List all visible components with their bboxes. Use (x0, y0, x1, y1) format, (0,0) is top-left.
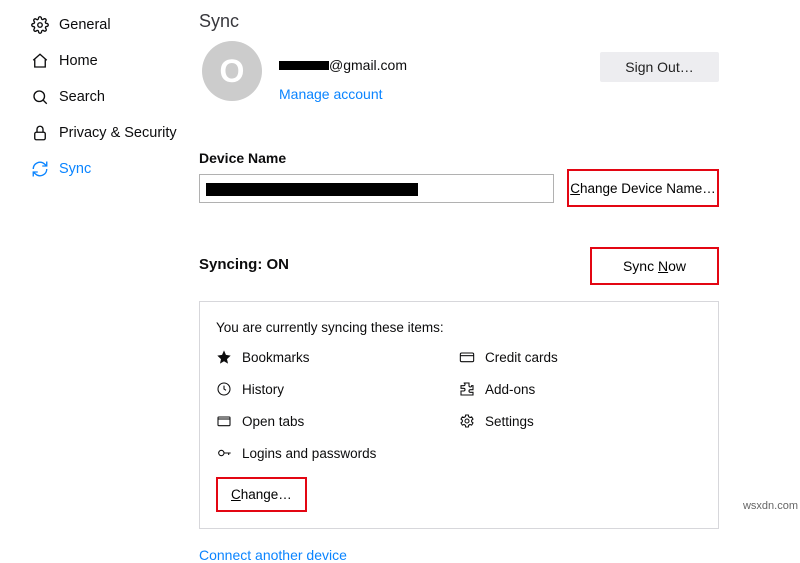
sync-item-bookmarks: Bookmarks (216, 349, 459, 365)
change-sync-items-button[interactable]: Change… (216, 477, 307, 512)
key-icon (216, 445, 232, 461)
search-icon (31, 88, 49, 106)
sidebar-item-home[interactable]: Home (31, 43, 191, 79)
manage-account-link[interactable]: Manage account (279, 86, 383, 102)
syncing-status-label: Syncing: ON (199, 256, 289, 273)
watermark: wsxdn.com (743, 500, 798, 512)
sign-out-button[interactable]: Sign Out… (600, 52, 719, 82)
main-content: Sync O @gmail.com Manage account Sign Ou… (199, 11, 719, 563)
sync-item-history: History (216, 381, 459, 397)
sync-item-settings: Settings (459, 413, 702, 429)
sidebar-item-label: Search (59, 89, 105, 105)
gear-icon (31, 16, 49, 34)
sync-items-box: You are currently syncing these items: B… (199, 301, 719, 529)
sync-items-lead: You are currently syncing these items: (216, 320, 702, 335)
avatar[interactable]: O (202, 41, 262, 101)
sync-item-addons: Add-ons (459, 381, 702, 397)
sync-now-button[interactable]: Sync Now (590, 247, 719, 285)
account-row: O @gmail.com Manage account Sign Out… (199, 44, 719, 114)
account-email: @gmail.com (279, 57, 407, 73)
change-device-name-button[interactable]: Change Device Name… (567, 169, 719, 207)
gear-icon (459, 413, 475, 429)
sidebar-item-label: Privacy & Security (59, 125, 177, 141)
lock-icon (31, 124, 49, 142)
syncing-row: Syncing: ON Sync Now (199, 253, 719, 293)
sidebar-item-label: Home (59, 53, 98, 69)
clock-icon (216, 381, 232, 397)
sidebar-item-sync[interactable]: Sync (31, 151, 191, 187)
sync-col-left: Bookmarks History Open tabs Logins and p… (216, 349, 459, 477)
page-title: Sync (199, 11, 719, 32)
sidebar-item-general[interactable]: General (31, 7, 191, 43)
connect-device-link[interactable]: Connect another device (199, 547, 347, 563)
sidebar-item-privacy[interactable]: Privacy & Security (31, 115, 191, 151)
sidebar-item-label: General (59, 17, 111, 33)
sync-col-right: Credit cards Add-ons Settings (459, 349, 702, 477)
email-masked (279, 61, 329, 70)
star-icon (216, 349, 232, 365)
sidebar-item-search[interactable]: Search (31, 79, 191, 115)
tab-icon (216, 413, 232, 429)
puzzle-icon (459, 381, 475, 397)
sidebar-item-label: Sync (59, 161, 91, 177)
sync-icon (31, 160, 49, 178)
device-name-field[interactable] (199, 174, 554, 203)
device-name-label: Device Name (199, 150, 719, 166)
sync-item-logins: Logins and passwords (216, 445, 459, 461)
device-row: Change Device Name… (199, 174, 719, 208)
sync-items-grid: Bookmarks History Open tabs Logins and p… (216, 349, 702, 477)
device-name-masked (206, 183, 418, 196)
sync-item-creditcards: Credit cards (459, 349, 702, 365)
credit-card-icon (459, 349, 475, 365)
sidebar: General Home Search Privacy & Security S… (31, 7, 191, 187)
sync-item-opentabs: Open tabs (216, 413, 459, 429)
home-icon (31, 52, 49, 70)
